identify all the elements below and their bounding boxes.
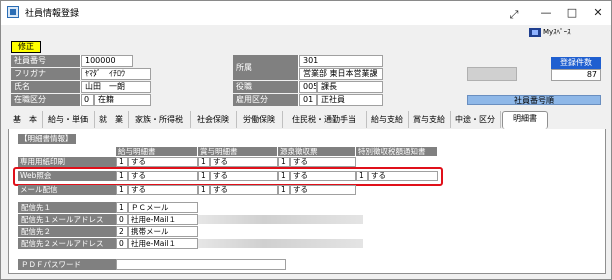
delivery-code[interactable]: 1 xyxy=(116,202,128,213)
grid-value: する xyxy=(290,185,356,195)
window-title: 社員情報登録 xyxy=(25,9,80,19)
blurred-id-box xyxy=(467,67,517,81)
pdf-password-field[interactable] xyxy=(116,259,286,270)
grid-code[interactable]: 1 xyxy=(278,157,290,167)
maximize-button[interactable]: □ xyxy=(559,4,585,22)
name-field[interactable]: 山田 一朗 xyxy=(81,81,151,93)
column-header: 給与明細書 xyxy=(116,147,198,156)
employment-type-label: 雇用区分 xyxy=(233,94,299,106)
furigana-field[interactable]: ﾔﾏﾀﾞ ｲﾁﾛｳ xyxy=(81,68,151,80)
redacted-address xyxy=(198,215,363,224)
tab-basic[interactable]: 基 本 xyxy=(8,111,43,128)
delivery-label: 配信先２ xyxy=(18,226,116,237)
affiliation-label: 所属 xyxy=(233,55,299,80)
delivery-value: ＰＣメール xyxy=(128,202,198,213)
column-header: 特別徴収税額通知書 xyxy=(356,147,438,156)
name-label: 氏名 xyxy=(11,81,81,93)
employment-status-name: 在籍 xyxy=(94,94,151,106)
delivery-code[interactable]: 2 xyxy=(116,226,128,237)
grid-value: する xyxy=(128,185,198,195)
grid-value: する xyxy=(128,157,198,167)
delivery-label: 配信先１ xyxy=(18,202,116,213)
tab-social-insurance[interactable]: 社会保険 xyxy=(190,111,237,128)
delivery-code[interactable]: 0 xyxy=(116,238,128,249)
delivery-label: 配信先２メールアドレス xyxy=(18,238,116,249)
employment-type-name: 正社員 xyxy=(317,94,383,106)
record-count-value: 87 xyxy=(551,69,601,81)
employee-id-field[interactable]: 100000 xyxy=(81,55,133,67)
affiliation-name: 営業部 東日本営業課 xyxy=(299,68,383,80)
redacted-address xyxy=(198,239,363,248)
employment-status-code[interactable]: 0 xyxy=(81,94,94,106)
section-title: 【明細書情報】 xyxy=(18,134,76,144)
myspace-icon xyxy=(529,27,541,37)
position-label: 役職 xyxy=(233,81,299,93)
position-code[interactable]: 005 xyxy=(299,81,317,93)
position-name: 課長 xyxy=(317,81,383,93)
employment-status-label: 在職区分 xyxy=(11,94,81,106)
myspace-label: Myｽﾍﾟｰｽ xyxy=(543,28,571,36)
pdf-password-label: ＰＤＦパスワード xyxy=(18,259,116,270)
grid-code[interactable]: 1 xyxy=(198,185,210,195)
tab-salary-rate[interactable]: 給与・単価 xyxy=(42,111,95,128)
grid-code[interactable]: 1 xyxy=(116,157,128,167)
tab-bonus-payment[interactable]: 賞与支給 xyxy=(408,111,451,128)
tab-resident-tax-commute[interactable]: 住民税・通勤手当 xyxy=(282,111,367,128)
sort-order-bar[interactable]: 社員番号順 xyxy=(467,95,601,105)
tab-labor-insurance[interactable]: 労働保険 xyxy=(236,111,283,128)
delivery-value: 社用e-Mail１ xyxy=(128,214,198,225)
tab-statement[interactable]: 明細書 xyxy=(502,111,548,129)
record-count-label: 登録件数 xyxy=(551,57,601,69)
title-bar: 社員情報登録 ⤢ — □ ✕ xyxy=(1,1,611,25)
grid-code[interactable]: 1 xyxy=(116,185,128,195)
close-button[interactable]: ✕ xyxy=(585,4,611,22)
app-window: 社員情報登録 ⤢ — □ ✕ Myｽﾍﾟｰｽ 修正 社員番号 100000 フリ… xyxy=(0,0,612,280)
tab-strip: 基 本 給与・単価 就 業 家族・所得税 社会保険 労働保険 住民税・通勤手当 … xyxy=(8,111,606,129)
expand-icon[interactable]: ⤢ xyxy=(501,6,527,24)
tab-work[interactable]: 就 業 xyxy=(94,111,129,128)
mode-badge: 修正 xyxy=(11,41,41,53)
affiliation-code[interactable]: 301 xyxy=(299,55,383,67)
tab-family-income-tax[interactable]: 家族・所得税 xyxy=(128,111,191,128)
column-header: 賞与明細書 xyxy=(198,147,278,156)
delivery-value: 社用e-Mail１ xyxy=(128,238,198,249)
grid-value: する xyxy=(210,185,278,195)
app-icon xyxy=(7,6,19,18)
delivery-code[interactable]: 0 xyxy=(116,214,128,225)
delivery-value: 携帯メール xyxy=(128,226,198,237)
grid-code[interactable]: 1 xyxy=(198,157,210,167)
myspace-button[interactable]: Myｽﾍﾟｰｽ xyxy=(529,27,571,38)
highlight-box xyxy=(13,167,443,186)
grid-code[interactable]: 1 xyxy=(278,185,290,195)
row-label: メール配信 xyxy=(18,185,116,195)
minimize-button[interactable]: — xyxy=(533,4,559,22)
column-header: 源泉徴収票 xyxy=(278,147,356,156)
tab-salary-payment[interactable]: 給与支給 xyxy=(366,111,409,128)
furigana-label: フリガナ xyxy=(11,68,81,80)
employment-type-code[interactable]: 01 xyxy=(299,94,317,106)
grid-value: する xyxy=(210,157,278,167)
tab-midterm-category[interactable]: 中途・区分 xyxy=(450,111,501,128)
row-label: 専用用紙印刷 xyxy=(18,157,116,167)
delivery-label: 配信先１メールアドレス xyxy=(18,214,116,225)
grid-value: する xyxy=(290,157,356,167)
employee-id-label: 社員番号 xyxy=(11,55,81,67)
